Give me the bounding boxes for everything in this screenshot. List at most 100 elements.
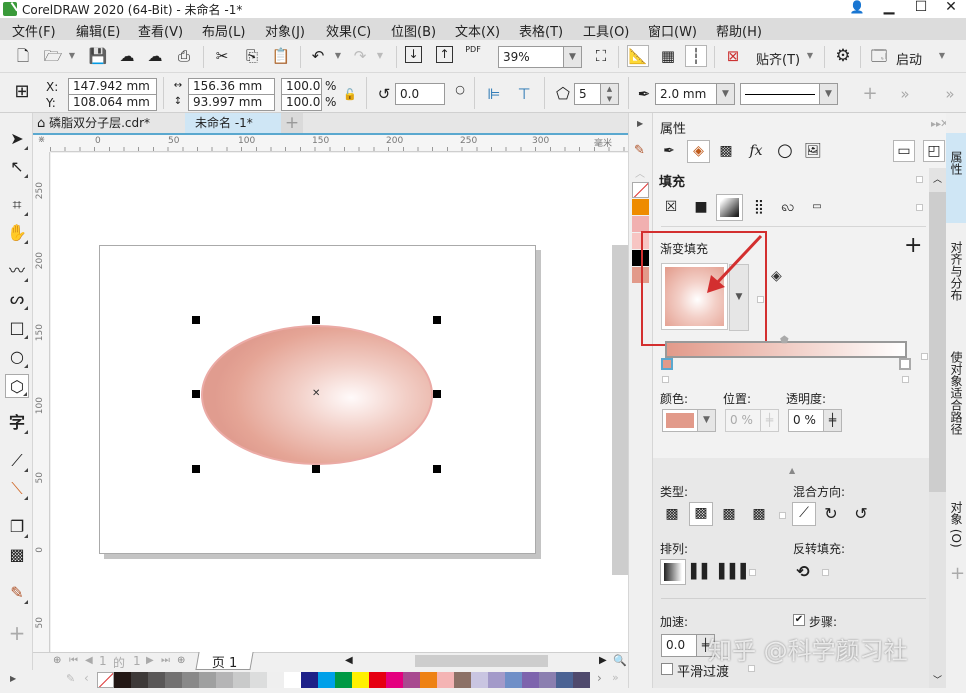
- add-tool-icon[interactable]: +: [5, 621, 29, 645]
- page-tab[interactable]: 页 1: [195, 652, 254, 671]
- vector-pattern-icon[interactable]: ⣿: [749, 197, 769, 217]
- uniform-fill-icon[interactable]: ■: [691, 197, 711, 217]
- docker-tab-objects[interactable]: 对象 (O): [946, 483, 966, 563]
- color-swatch[interactable]: [522, 672, 539, 688]
- default-arrange-icon[interactable]: [660, 559, 686, 585]
- linear-gradient-icon[interactable]: ▩: [662, 504, 682, 524]
- tab-untitled[interactable]: 未命名 -1*: [185, 113, 281, 133]
- color-swatch[interactable]: [267, 672, 284, 688]
- lock-checkbox[interactable]: [902, 376, 909, 383]
- color-swatch[interactable]: [505, 672, 522, 688]
- docker-tab-align[interactable]: 对齐与分布: [946, 223, 966, 333]
- selection-handle[interactable]: [192, 390, 200, 398]
- color-swatch[interactable]: [471, 672, 488, 688]
- palette-scroll-left-icon[interactable]: ‹: [84, 671, 89, 685]
- horizontal-scrollbar[interactable]: [415, 655, 548, 667]
- undo-icon[interactable]: ↶: [308, 46, 328, 66]
- zoom-navigator-icon[interactable]: 🔍: [613, 654, 627, 667]
- menu-layout[interactable]: 布局(L): [202, 21, 245, 40]
- export-icon[interactable]: ↑: [436, 46, 453, 63]
- color-swatch[interactable]: [454, 672, 471, 688]
- line-style-dropdown-icon[interactable]: ▼: [820, 83, 838, 105]
- docpal-expand-icon[interactable]: ▶: [637, 119, 643, 128]
- add-docker-icon[interactable]: +: [950, 563, 965, 584]
- selection-handle[interactable]: [433, 316, 441, 324]
- account-icon[interactable]: 👤: [842, 0, 872, 16]
- color-swatch[interactable]: [233, 672, 250, 688]
- fill-bucket-icon[interactable]: ◈: [687, 140, 710, 163]
- color-swatch[interactable]: [318, 672, 335, 688]
- sides-spinner[interactable]: ▲ ▼: [601, 83, 619, 105]
- ellipse-properties-icon[interactable]: ○: [775, 141, 795, 161]
- minimize-button[interactable]: ▁: [874, 0, 904, 16]
- scroll-left-icon[interactable]: ◀: [345, 655, 353, 666]
- menu-table[interactable]: 表格(T): [519, 21, 563, 40]
- smooth-transition-checkbox[interactable]: [661, 663, 673, 675]
- color-swatch[interactable]: [573, 672, 590, 688]
- palette-eyedropper-icon[interactable]: ✎: [66, 672, 75, 685]
- full-screen-icon[interactable]: ⛶: [591, 46, 611, 66]
- horizontal-ruler[interactable]: 0 50 100 150 200 250 300 毫米: [50, 135, 628, 152]
- document-color-swatch[interactable]: [632, 199, 649, 215]
- color-swatch[interactable]: [284, 672, 301, 688]
- docpal-up-icon[interactable]: ︿: [635, 165, 645, 180]
- end-color-stop[interactable]: [899, 358, 911, 370]
- cloud-download-icon[interactable]: ☁: [117, 46, 137, 66]
- document-color-swatch[interactable]: [632, 182, 649, 198]
- connector-tool-icon[interactable]: ⟍: [5, 477, 29, 501]
- polygon-tool-icon[interactable]: ⬡: [5, 374, 29, 398]
- color-swatch[interactable]: [488, 672, 505, 688]
- docker-scrollbar[interactable]: ︿ ﹀: [929, 168, 946, 688]
- frame-icon[interactable]: ▭: [893, 140, 915, 162]
- lock-checkbox[interactable]: [916, 176, 923, 183]
- lock-checkbox[interactable]: [916, 204, 923, 211]
- new-document-icon[interactable]: 🗋: [13, 46, 33, 66]
- selection-handle[interactable]: [433, 465, 441, 473]
- rotation-center-icon[interactable]: ○: [450, 80, 470, 100]
- shape-tool-icon[interactable]: ↖: [5, 155, 29, 179]
- transparency-icon[interactable]: ▩: [716, 141, 736, 161]
- scale-height-input[interactable]: 100.0: [281, 94, 322, 111]
- color-swatch[interactable]: [301, 672, 318, 688]
- rotation-input[interactable]: 0.0: [395, 83, 445, 105]
- menu-window[interactable]: 窗口(W): [648, 21, 697, 40]
- repeat-arrange-icon[interactable]: ▌▌: [691, 562, 713, 582]
- color-swatch[interactable]: [216, 672, 233, 688]
- launch-icon[interactable]: 🗔: [869, 46, 889, 66]
- color-swatch[interactable]: [114, 672, 131, 688]
- mirror-arrange-icon[interactable]: ▌▌▌: [719, 562, 751, 582]
- palette-expand-icon[interactable]: ▶: [10, 674, 16, 683]
- snap-dropdown-icon[interactable]: ▼: [800, 46, 820, 66]
- color-swatch[interactable]: [556, 672, 573, 688]
- midpoint-slider[interactable]: ⬟: [780, 335, 789, 346]
- scroll-up-icon[interactable]: ︿: [933, 172, 942, 185]
- selection-handle[interactable]: [192, 316, 200, 324]
- rectangular-gradient-icon[interactable]: ▩: [749, 504, 769, 524]
- polygon-sides-input[interactable]: 5: [574, 83, 601, 105]
- scale-width-input[interactable]: 100.0: [281, 78, 322, 95]
- line-style-select[interactable]: [740, 83, 820, 105]
- next-page-icon[interactable]: ▶: [146, 655, 154, 666]
- scroll-down-icon[interactable]: ﹀: [933, 673, 942, 686]
- menu-object[interactable]: 对象(J): [265, 21, 305, 40]
- redo-icon[interactable]: ↷: [350, 46, 370, 66]
- tab-phospholipid[interactable]: ⌂ 磷脂双分子层.cdr*: [33, 113, 185, 133]
- bitmap-properties-icon[interactable]: 🖼: [803, 141, 823, 161]
- zoom-dropdown-icon[interactable]: ▼: [564, 46, 582, 68]
- effects-fx-icon[interactable]: fx: [746, 141, 766, 161]
- crop-tool-icon[interactable]: ⌗: [5, 193, 29, 217]
- lock-checkbox[interactable]: [921, 353, 928, 360]
- rectangle-tool-icon[interactable]: □: [5, 316, 29, 340]
- stop-color-dropdown-icon[interactable]: ▼: [698, 409, 716, 432]
- palette-scroll-right-icon[interactable]: ›: [597, 671, 602, 685]
- texture-fill-icon[interactable]: ▭: [807, 197, 827, 217]
- blend-line-icon[interactable]: ⟋: [792, 502, 816, 526]
- new-tab-button[interactable]: +: [281, 113, 303, 133]
- freehand-tool-icon[interactable]: 〰: [5, 259, 29, 283]
- elliptical-gradient-icon[interactable]: ▩: [689, 502, 713, 526]
- vertical-ruler[interactable]: 250 200 150 100 50 0 50: [33, 152, 50, 652]
- color-swatch[interactable]: [131, 672, 148, 688]
- open-dropdown-icon[interactable]: ▼: [62, 46, 82, 66]
- ruler-origin-icon[interactable]: ⋇: [33, 135, 50, 152]
- import-icon[interactable]: ↓: [405, 46, 422, 63]
